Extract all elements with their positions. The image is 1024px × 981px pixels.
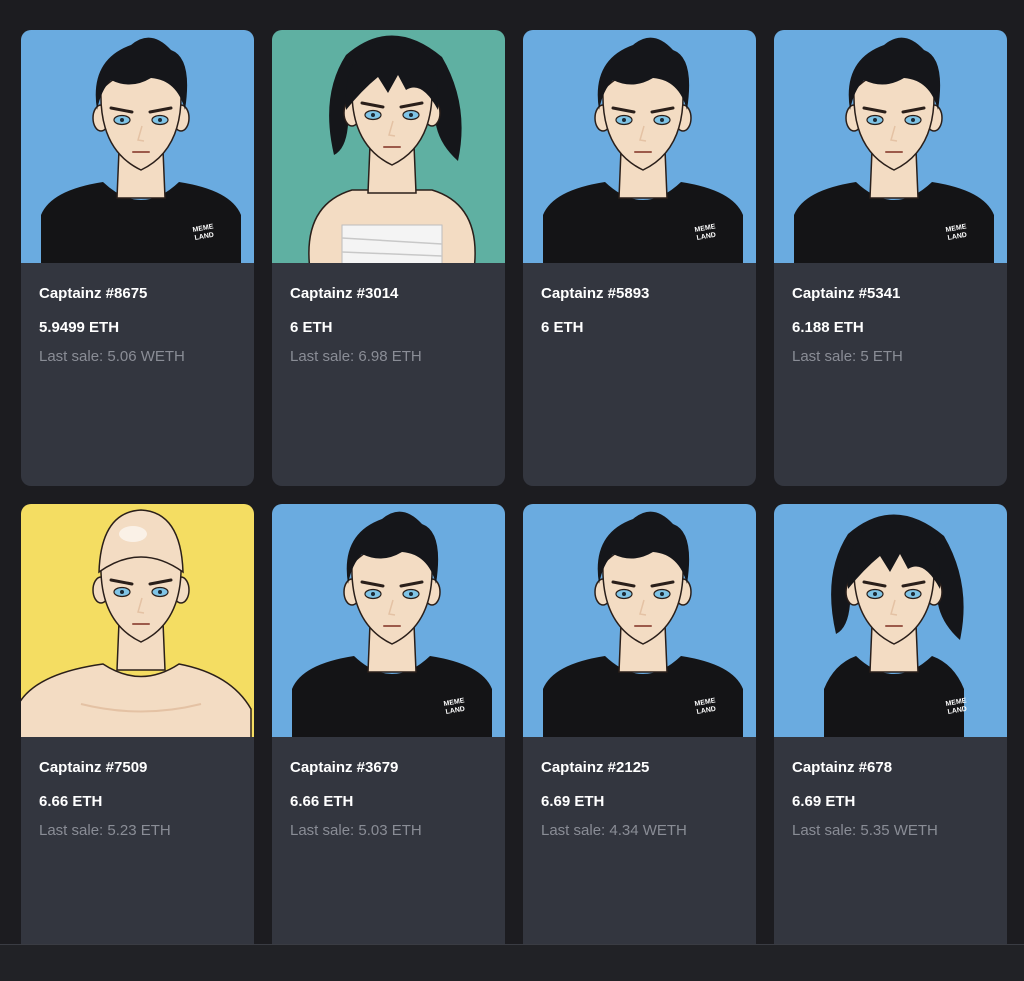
nft-price: 6 ETH bbox=[541, 319, 584, 336]
nft-card[interactable]: MEME LAND Captainz #8675 5.9499 ETH Last … bbox=[21, 30, 254, 486]
nft-image[interactable] bbox=[21, 504, 254, 737]
nft-name[interactable]: Captainz #7509 bbox=[39, 759, 236, 777]
nft-name[interactable]: Captainz #3679 bbox=[290, 759, 487, 777]
nft-image[interactable]: MEME LAND bbox=[21, 30, 254, 263]
nft-last-sale: Last sale: 5.35 WETH bbox=[792, 822, 938, 839]
nft-last-sale: Last sale: 5 ETH bbox=[792, 348, 903, 365]
avatar-illustration: MEMELAND bbox=[523, 504, 756, 737]
nft-name[interactable]: Captainz #3014 bbox=[290, 285, 487, 303]
nft-info: Captainz #2125 6.69 ETH Last sale: 4.34 … bbox=[523, 737, 756, 840]
nft-info: Captainz #3679 6.66 ETH Last sale: 5.03 … bbox=[272, 737, 505, 840]
nft-name[interactable]: Captainz #5893 bbox=[541, 285, 738, 303]
nft-card[interactable]: MEME LAND Captainz #5341 6.188 ETH Last s… bbox=[774, 30, 1007, 486]
nft-info: Captainz #3014 6 ETH Last sale: 6.98 ETH bbox=[272, 263, 505, 366]
nft-card[interactable]: MEME LAND Captainz #5893 6 ETH bbox=[523, 30, 756, 486]
nft-card[interactable]: MEME LAND Captainz #3679 6.66 ETH Last sa… bbox=[272, 504, 505, 964]
avatar-illustration bbox=[21, 504, 254, 737]
nft-image[interactable]: MEME LAND bbox=[774, 504, 1007, 737]
nft-name[interactable]: Captainz #8675 bbox=[39, 285, 236, 303]
nft-image[interactable] bbox=[272, 30, 505, 263]
nft-price: 6.66 ETH bbox=[39, 793, 103, 810]
avatar-illustration: MEMELAND bbox=[272, 504, 505, 737]
nft-price: 6.66 ETH bbox=[290, 793, 354, 810]
nft-image[interactable]: MEME LAND bbox=[272, 504, 505, 737]
nft-last-sale: Last sale: 5.23 ETH bbox=[39, 822, 171, 839]
nft-info: Captainz #8675 5.9499 ETH Last sale: 5.0… bbox=[21, 263, 254, 366]
avatar-illustration: MEMELAND bbox=[774, 504, 1007, 737]
nft-grid: MEME LAND Captainz #8675 5.9499 ETH Last … bbox=[21, 30, 1007, 964]
nft-last-sale: Last sale: 5.03 ETH bbox=[290, 822, 422, 839]
nft-card[interactable]: Captainz #7509 6.66 ETH Last sale: 5.23 … bbox=[21, 504, 254, 964]
nft-image[interactable]: MEME LAND bbox=[774, 30, 1007, 263]
nft-price: 6.69 ETH bbox=[792, 793, 856, 810]
nft-info: Captainz #7509 6.66 ETH Last sale: 5.23 … bbox=[21, 737, 254, 840]
nft-card[interactable]: MEME LAND Captainz #678 6.69 ETH Last sal… bbox=[774, 504, 1007, 964]
nft-last-sale: Last sale: 6.98 ETH bbox=[290, 348, 422, 365]
nft-price: 6.188 ETH bbox=[792, 319, 864, 336]
nft-last-sale: Last sale: 4.34 WETH bbox=[541, 822, 687, 839]
nft-price: 5.9499 ETH bbox=[39, 319, 120, 336]
avatar-illustration: MEMELAND bbox=[21, 30, 254, 263]
nft-image[interactable]: MEME LAND bbox=[523, 504, 756, 737]
avatar-illustration: MEMELAND bbox=[774, 30, 1007, 263]
nft-info: Captainz #5893 6 ETH bbox=[523, 263, 756, 337]
nft-name[interactable]: Captainz #678 bbox=[792, 759, 989, 777]
bottom-bar bbox=[0, 944, 1024, 981]
avatar-illustration bbox=[272, 30, 505, 263]
nft-name[interactable]: Captainz #5341 bbox=[792, 285, 989, 303]
nft-last-sale: Last sale: 5.06 WETH bbox=[39, 348, 185, 365]
nft-info: Captainz #5341 6.188 ETH Last sale: 5 ET… bbox=[774, 263, 1007, 366]
nft-info: Captainz #678 6.69 ETH Last sale: 5.35 W… bbox=[774, 737, 1007, 840]
nft-price: 6 ETH bbox=[290, 319, 333, 336]
nft-name[interactable]: Captainz #2125 bbox=[541, 759, 738, 777]
avatar-illustration: MEMELAND bbox=[523, 30, 756, 263]
nft-price: 6.69 ETH bbox=[541, 793, 605, 810]
nft-image[interactable]: MEME LAND bbox=[523, 30, 756, 263]
nft-card[interactable]: MEME LAND Captainz #2125 6.69 ETH Last sa… bbox=[523, 504, 756, 964]
nft-card[interactable]: Captainz #3014 6 ETH Last sale: 6.98 ETH bbox=[272, 30, 505, 486]
